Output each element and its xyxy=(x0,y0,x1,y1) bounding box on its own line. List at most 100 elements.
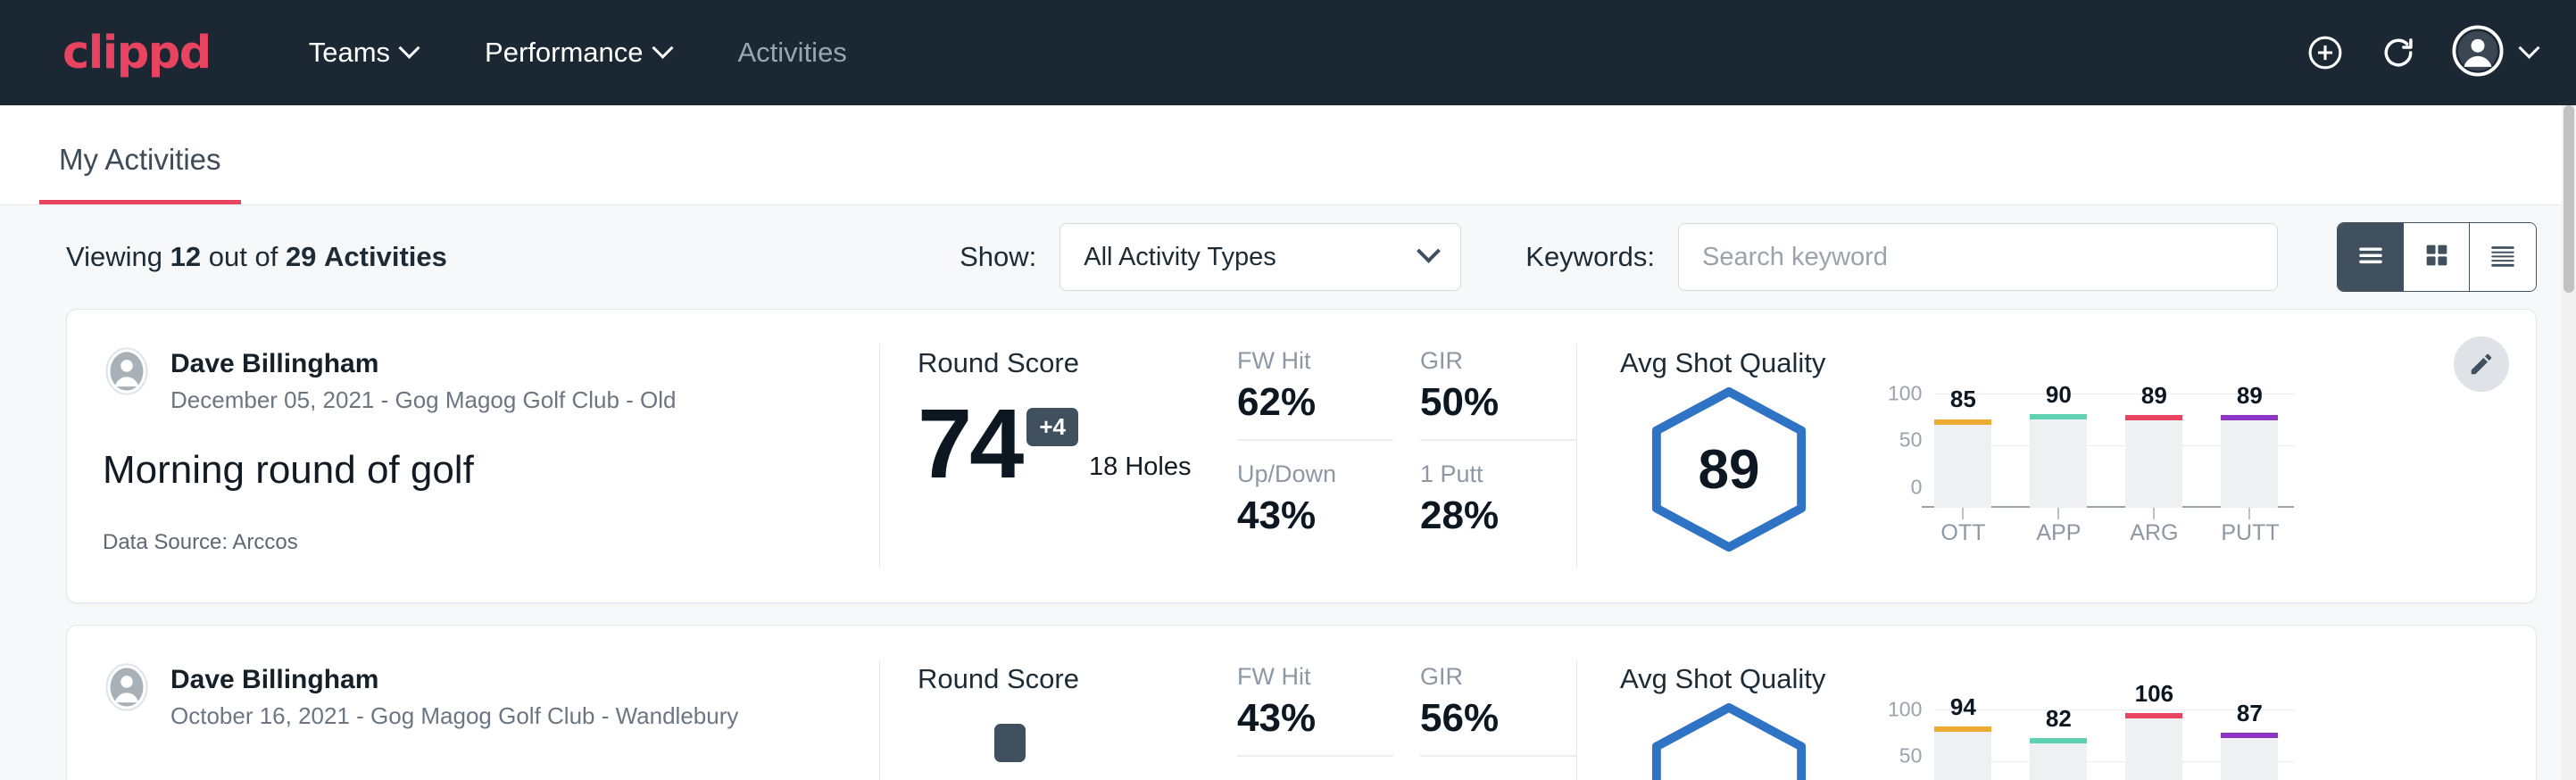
view-mode-toggle xyxy=(2337,222,2537,292)
nav-item-label: Activities xyxy=(738,37,847,69)
chart-bars: 94 82 xyxy=(1934,709,2278,780)
search-input[interactable] xyxy=(1678,223,2278,291)
refresh-icon[interactable] xyxy=(2379,33,2418,72)
view-mode-compact-button[interactable] xyxy=(2470,223,2536,291)
avg-shot-quality-body: 89 100 50 0 85 xyxy=(1620,385,2536,554)
page-scrollbar[interactable] xyxy=(2562,105,2576,780)
shot-quality-bar-chart: 100 50 0 94 xyxy=(1888,709,2278,780)
user-avatar-icon xyxy=(2452,25,2504,81)
bar xyxy=(2221,415,2278,508)
y-tick: 50 xyxy=(1899,746,1923,767)
bar xyxy=(2125,713,2182,780)
stat-up-down: Up/Down 43% xyxy=(1237,461,1393,552)
bar-cap-arg xyxy=(2125,713,2182,718)
bar-column-ott[interactable]: 94 xyxy=(1934,709,1991,780)
activity-card[interactable]: Dave Billingham October 16, 2021 - Gog M… xyxy=(66,625,2537,780)
bar-column-arg[interactable]: 106 xyxy=(2125,709,2182,780)
nav-item-performance[interactable]: Performance xyxy=(476,29,678,76)
chart-plot-area: 85 90 xyxy=(1934,394,2278,546)
stat-value: 43% xyxy=(1237,696,1393,741)
tab-strip: My Activities xyxy=(0,105,2576,205)
chevron-down-icon xyxy=(2518,37,2539,58)
activity-type-select[interactable]: All Activity Types xyxy=(1059,223,1461,291)
round-score-value: 74 xyxy=(918,399,1021,489)
tab-my-activities[interactable]: My Activities xyxy=(39,143,241,204)
viewing-count: 12 xyxy=(170,241,201,272)
bar-value: 94 xyxy=(1934,693,1991,721)
stat-value: 43% xyxy=(1237,494,1393,538)
activity-date-course: October 16, 2021 - Gog Magog Golf Club -… xyxy=(170,702,738,730)
view-mode-list-button[interactable] xyxy=(2338,223,2404,291)
round-score-row: 74 +4 18 Holes xyxy=(918,399,1237,489)
bar-value: 89 xyxy=(2125,382,2182,410)
viewing-total: 29 xyxy=(286,241,316,272)
activity-type-value: All Activity Types xyxy=(1084,243,1276,272)
author-meta: Dave Billingham December 05, 2021 - Gog … xyxy=(170,347,677,414)
stat-gir: GIR 50% xyxy=(1420,347,1576,441)
x-label: OTT xyxy=(1934,520,1991,546)
activity-card[interactable]: Dave Billingham December 05, 2021 - Gog … xyxy=(66,309,2537,603)
chart-bars: 85 90 xyxy=(1934,394,2278,508)
nav-item-teams[interactable]: Teams xyxy=(300,29,426,76)
y-tick: 0 xyxy=(1911,477,1923,497)
round-score-column: Round Score xyxy=(880,626,1237,780)
x-label: APP xyxy=(2030,520,2087,546)
plus-circle-icon[interactable] xyxy=(2306,33,2345,72)
nav-item-label: Performance xyxy=(485,37,643,69)
x-tick xyxy=(2030,508,2087,519)
chart-x-ticks xyxy=(1934,508,2278,519)
avatar xyxy=(103,663,151,716)
bar-column-app[interactable]: 90 xyxy=(2030,394,2087,508)
bar xyxy=(2221,733,2278,780)
x-tick xyxy=(1934,508,1991,519)
round-score-label: Round Score xyxy=(918,347,1237,379)
bar-value: 106 xyxy=(2125,680,2182,708)
activity-title: Morning round of golf xyxy=(103,448,879,493)
author-meta: Dave Billingham October 16, 2021 - Gog M… xyxy=(170,663,738,730)
bar-cap-ott xyxy=(1934,726,1991,732)
bar-column-putt[interactable]: 87 xyxy=(2221,709,2278,780)
edit-activity-button[interactable] xyxy=(2454,336,2509,392)
brand-logo[interactable]: clippd xyxy=(62,27,211,79)
quality-hexagon xyxy=(1640,701,1818,780)
nav-item-activities[interactable]: Activities xyxy=(729,29,856,76)
bar-value: 89 xyxy=(2221,382,2278,410)
user-menu[interactable] xyxy=(2452,25,2537,81)
grid-view-icon xyxy=(2422,240,2452,275)
x-label: PUTT xyxy=(2221,520,2278,546)
stat-label: GIR xyxy=(1420,347,1576,375)
activity-data-source: Data Source: Arccos xyxy=(103,530,879,555)
activity-author: Dave Billingham December 05, 2021 - Gog … xyxy=(103,347,879,414)
bar-cap-app xyxy=(2030,738,2087,743)
round-score-row xyxy=(918,715,1237,762)
bar-column-putt[interactable]: 89 xyxy=(2221,394,2278,508)
chart-plot-area: 94 82 xyxy=(1934,709,2278,780)
y-tick: 100 xyxy=(1888,699,1922,719)
bar xyxy=(2030,738,2087,780)
x-label: ARG xyxy=(2125,520,2182,546)
stat-fw-hit: FW Hit 43% xyxy=(1237,663,1393,757)
avg-shot-quality-column: Avg Shot Quality 100 50 0 xyxy=(1577,626,2536,780)
activity-date-course: December 05, 2021 - Gog Magog Golf Club … xyxy=(170,386,677,414)
filter-controls: Show: All Activity Types Keywords: xyxy=(960,222,2537,292)
avg-shot-quality-value: 89 xyxy=(1699,438,1760,502)
stat-gir: GIR 56% xyxy=(1420,663,1576,757)
bar-column-ott[interactable]: 85 xyxy=(1934,394,1991,508)
bar xyxy=(2125,415,2182,508)
keywords-label: Keywords: xyxy=(1525,241,1655,273)
stat-label: FW Hit xyxy=(1237,663,1393,691)
bar-value: 85 xyxy=(1934,386,1991,413)
stats-grid: FW Hit 43% GIR 56% xyxy=(1237,663,1576,776)
score-differential-badge: +4 xyxy=(1026,408,1078,446)
bar-value: 90 xyxy=(2030,381,2087,409)
view-mode-grid-button[interactable] xyxy=(2404,223,2470,291)
scrollbar-thumb[interactable] xyxy=(2564,105,2574,293)
bar-column-app[interactable]: 82 xyxy=(2030,709,2087,780)
viewing-summary: Viewing 12 out of 29 Activities xyxy=(66,241,447,273)
bar-column-arg[interactable]: 89 xyxy=(2125,394,2182,508)
chart-y-axis: 100 50 0 xyxy=(1888,709,1922,780)
holes-label: 18 Holes xyxy=(1089,452,1191,482)
bar-value: 82 xyxy=(2030,705,2087,733)
list-view-icon xyxy=(2356,240,2386,275)
avg-shot-quality-label: Avg Shot Quality xyxy=(1620,347,2536,379)
